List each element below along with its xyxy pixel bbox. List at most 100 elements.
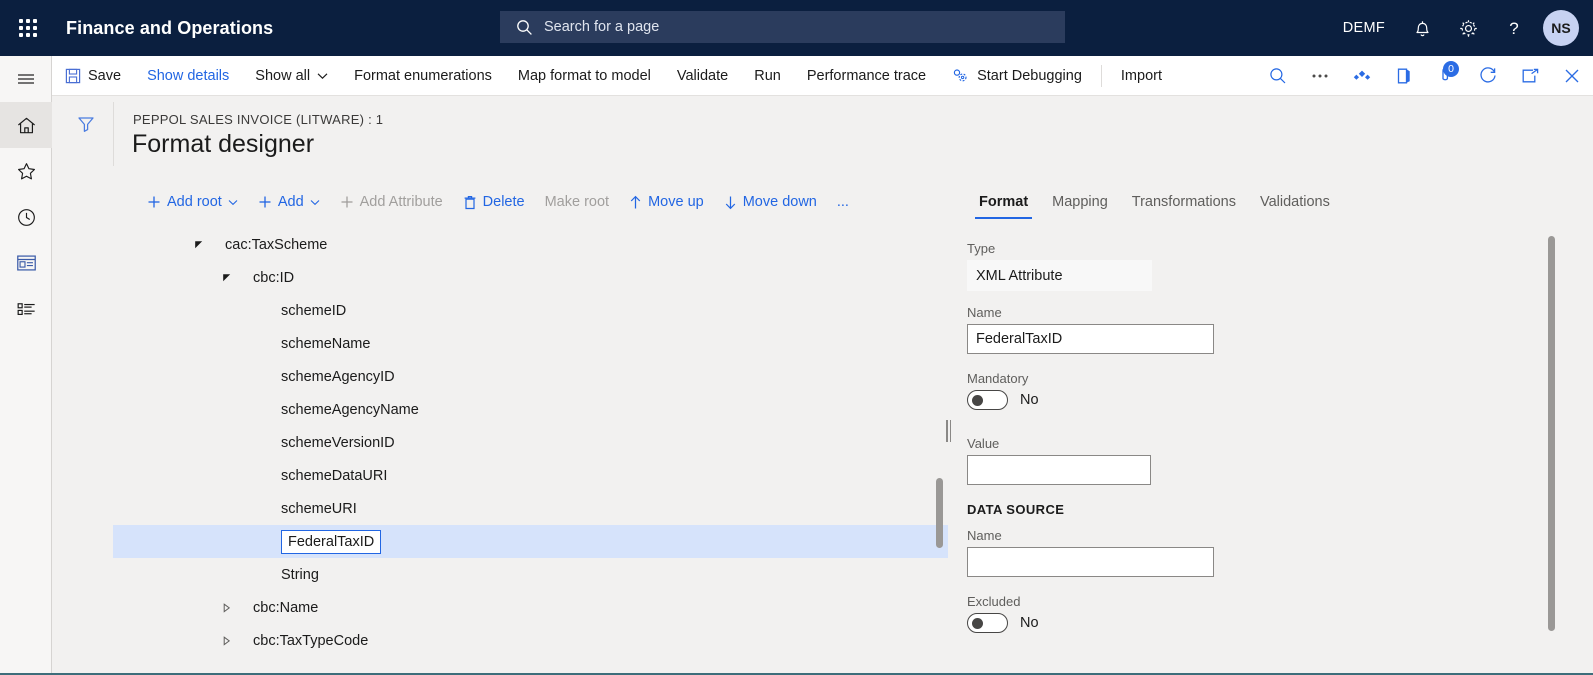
show-all-dropdown[interactable]: Show all (242, 56, 341, 96)
show-details-button[interactable]: Show details (134, 56, 242, 96)
add-attribute-button: Add Attribute (330, 185, 453, 219)
import-button[interactable]: Import (1108, 56, 1175, 96)
app-launcher-button[interactable] (0, 0, 56, 56)
add-attribute-label: Add Attribute (359, 194, 443, 210)
value-input[interactable] (967, 455, 1151, 485)
tree-row[interactable]: cbc:TaxTypeCode (113, 624, 948, 657)
popout-button[interactable] (1509, 56, 1551, 96)
tab-format[interactable]: Format (967, 194, 1040, 219)
tab-transformations[interactable]: Transformations (1120, 194, 1248, 219)
tree-row-label: cbc:ID (253, 269, 295, 286)
pane-splitter-handle[interactable] (946, 420, 951, 442)
tree-row[interactable]: cbc:ID (113, 261, 948, 294)
top-right-controls: DEMF ? NS (1343, 0, 1593, 56)
tree-more-options-button[interactable]: ... (827, 185, 859, 219)
page-vertical-scrollbar[interactable] (1548, 236, 1555, 631)
nav-rail-recent[interactable] (0, 194, 52, 240)
tree-row-chevron (247, 336, 263, 352)
add-root-button[interactable]: Add root (137, 185, 248, 219)
filter-button[interactable] (66, 104, 106, 144)
plus-icon (259, 196, 271, 208)
import-label: Import (1120, 67, 1162, 84)
tree-row-label-editing[interactable]: FederalTaxID (281, 529, 382, 554)
more-options-button[interactable] (1299, 56, 1341, 96)
delete-button[interactable]: Delete (453, 185, 535, 219)
performance-trace-button[interactable]: Performance trace (794, 56, 939, 96)
tree-row-chevron (247, 303, 263, 319)
office-apps-button[interactable] (1383, 56, 1425, 96)
global-search-box[interactable]: Search for a page (500, 11, 1065, 43)
tree-row-chevron[interactable] (219, 600, 235, 616)
tree-vertical-scrollbar[interactable] (936, 478, 943, 548)
tree-row[interactable]: schemeAgencyID (113, 360, 948, 393)
tree-row-label: cbc:TaxTypeCode (253, 632, 369, 649)
tree-more-options-label: ... (836, 194, 849, 210)
tree-row[interactable]: schemeDataURI (113, 459, 948, 492)
tree-row-chevron[interactable] (191, 237, 207, 253)
move-up-button[interactable]: Move up (619, 185, 714, 219)
tree-row[interactable]: String (113, 558, 948, 591)
format-enumerations-button[interactable]: Format enumerations (341, 56, 505, 96)
tree-row-chevron[interactable] (219, 270, 235, 286)
chevron-collapsed-icon (223, 635, 231, 646)
settings-button[interactable] (1445, 0, 1491, 56)
tree-row[interactable]: cbc:Name (113, 591, 948, 624)
tree-row[interactable]: FederalTaxID (113, 525, 948, 558)
tree-row[interactable]: schemeName (113, 327, 948, 360)
format-tree[interactable]: cac:TaxScheme cbc:ID schemeID schemeName sch… (113, 228, 948, 675)
help-button[interactable]: ? (1491, 0, 1537, 56)
validate-button[interactable]: Validate (664, 56, 741, 96)
nav-rail-workspaces[interactable] (0, 240, 52, 286)
tree-row[interactable]: schemeURI (113, 492, 948, 525)
close-page-button[interactable] (1551, 56, 1593, 96)
bell-icon (1415, 21, 1429, 37)
page-title: Format designer (132, 130, 315, 158)
trash-icon (464, 195, 476, 209)
clock-icon (17, 208, 35, 226)
nav-rail-modules[interactable] (0, 286, 52, 332)
tree-row[interactable]: schemeID (113, 294, 948, 327)
run-button[interactable]: Run (741, 56, 794, 96)
tab-mapping-label: Mapping (1052, 194, 1108, 210)
messages-button[interactable]: 0 (1425, 56, 1467, 96)
excluded-toggle[interactable] (967, 613, 1008, 633)
ds-name-input[interactable] (967, 547, 1214, 577)
refresh-button[interactable] (1467, 56, 1509, 96)
nav-rail-favorites[interactable] (0, 148, 52, 194)
workspace-icon (16, 255, 36, 271)
save-button-label: Save (88, 67, 122, 84)
attachments-button[interactable] (1341, 56, 1383, 96)
breadcrumb: PEPPOL SALES INVOICE (LITWARE) : 1 (133, 112, 384, 127)
add-button[interactable]: Add (248, 185, 330, 219)
format-tree-pane: Add root Add Add Attribute Delete Make r… (113, 178, 948, 675)
page-header-divider (113, 102, 114, 166)
tab-mapping[interactable]: Mapping (1040, 194, 1120, 219)
page-search-button[interactable] (1257, 56, 1299, 96)
start-debugging-button[interactable]: Start Debugging (939, 56, 1095, 96)
make-root-button: Make root (535, 185, 619, 219)
move-down-button[interactable]: Move down (714, 185, 827, 219)
company-selector[interactable]: DEMF (1343, 20, 1385, 36)
detail-tabs: Format Mapping Transformations Validatio… (967, 185, 1342, 219)
show-details-label: Show details (147, 67, 230, 84)
user-avatar[interactable]: NS (1543, 10, 1579, 46)
save-button[interactable]: Save (52, 56, 134, 96)
tree-row[interactable]: schemeVersionID (113, 426, 948, 459)
tree-action-toolbar: Add root Add Add Attribute Delete Make r… (137, 185, 859, 219)
tab-validations[interactable]: Validations (1248, 194, 1342, 219)
notifications-button[interactable] (1399, 0, 1445, 56)
nav-rail-home[interactable] (0, 102, 52, 148)
mandatory-toggle[interactable] (967, 390, 1008, 410)
chevron-down-icon (317, 72, 328, 79)
tree-row-chevron[interactable] (219, 633, 235, 649)
map-format-to-model-button[interactable]: Map format to model (505, 56, 664, 96)
tree-row-chevron (247, 534, 263, 550)
excluded-toggle-value: No (1020, 615, 1039, 631)
tree-row[interactable]: schemeAgencyName (113, 393, 948, 426)
tree-row-label: schemeName (281, 335, 371, 352)
tree-row[interactable]: cac:TaxScheme (113, 228, 948, 261)
name-input[interactable] (967, 324, 1214, 354)
svg-text:?: ? (1509, 19, 1518, 38)
nav-rail-hamburger[interactable] (0, 56, 52, 102)
tree-row-label: schemeID (281, 302, 347, 319)
